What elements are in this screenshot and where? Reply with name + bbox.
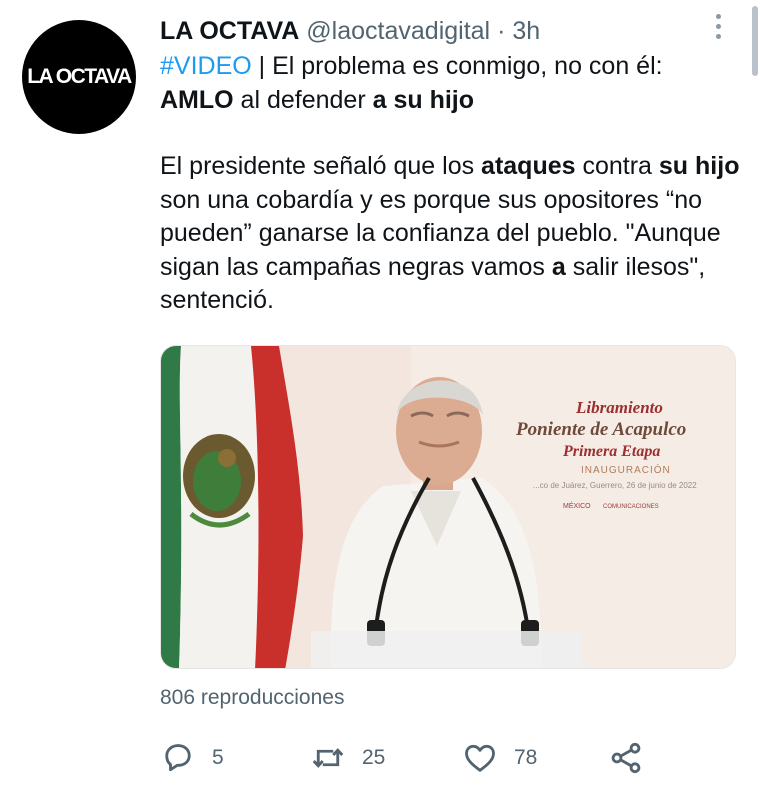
view-count: 806 reproducciones	[160, 686, 345, 709]
share-button[interactable]	[608, 736, 644, 780]
bold-text: a su hijo	[372, 85, 475, 114]
share-icon	[611, 742, 641, 774]
banner-line-2: Poniente de Acapulco	[515, 419, 686, 440]
video-thumbnail: Libramiento Poniente de Acapulco Primera…	[161, 346, 735, 668]
text-span: El presidente señaló que los	[160, 152, 482, 180]
banner-line-1: Libramiento	[575, 398, 663, 417]
like-count: 78	[514, 746, 538, 769]
banner-line-3: Primera Etapa	[562, 443, 660, 460]
hashtag-link[interactable]: #VIDEO	[160, 52, 252, 80]
bold-text: su hijo	[658, 152, 740, 180]
avatar[interactable]: LA OCTAVA	[22, 20, 136, 134]
retweet-count: 25	[362, 746, 386, 769]
tweet-text: #VIDEO | El problema es conmigo, no con …	[160, 50, 750, 318]
bold-text: a	[551, 252, 566, 281]
text-span: contra	[575, 152, 659, 180]
flag-image	[161, 346, 303, 668]
logo-mexico: MÉXICO	[563, 501, 591, 510]
banner-line-5: ...co de Juárez, Guerrero, 26 de junio d…	[533, 481, 697, 490]
retweet-button[interactable]: 25	[310, 736, 385, 780]
bold-text: ataques	[481, 152, 576, 180]
banner-line-4: INAUGURACIÓN	[581, 463, 671, 476]
separator-dot: ·	[497, 17, 506, 45]
tweet-paragraph-1: #VIDEO | El problema es conmigo, no con …	[160, 50, 750, 117]
more-options-icon[interactable]	[712, 14, 724, 46]
tweet-header: LA OCTAVA @laoctavadigital · 3h	[160, 14, 540, 48]
user-handle[interactable]: @laoctavadigital	[306, 17, 490, 45]
video-player[interactable]: Libramiento Poniente de Acapulco Primera…	[160, 345, 736, 669]
scrollbar-thumb[interactable]	[752, 6, 758, 76]
logo-comunicaciones: COMUNICACIONES	[603, 504, 659, 510]
avatar-logo-text: LA OCTAVA	[27, 65, 132, 88]
reply-count: 5	[212, 746, 224, 769]
tweet-paragraph-2: El presidente señaló que los ataques con…	[160, 150, 750, 318]
timestamp[interactable]: 3h	[512, 17, 540, 45]
text-span: | El problema es conmigo, no con él:	[251, 52, 663, 80]
reply-button[interactable]: 5	[160, 736, 224, 780]
bold-text: AMLO	[160, 85, 234, 114]
reply-icon	[165, 744, 191, 772]
heart-icon	[465, 744, 495, 772]
tweet-actions: 5 25 78	[160, 736, 660, 780]
retweet-icon	[312, 748, 344, 768]
like-button[interactable]: 78	[462, 736, 537, 780]
text-span: al defender	[233, 85, 373, 114]
display-name[interactable]: LA OCTAVA	[160, 17, 299, 45]
